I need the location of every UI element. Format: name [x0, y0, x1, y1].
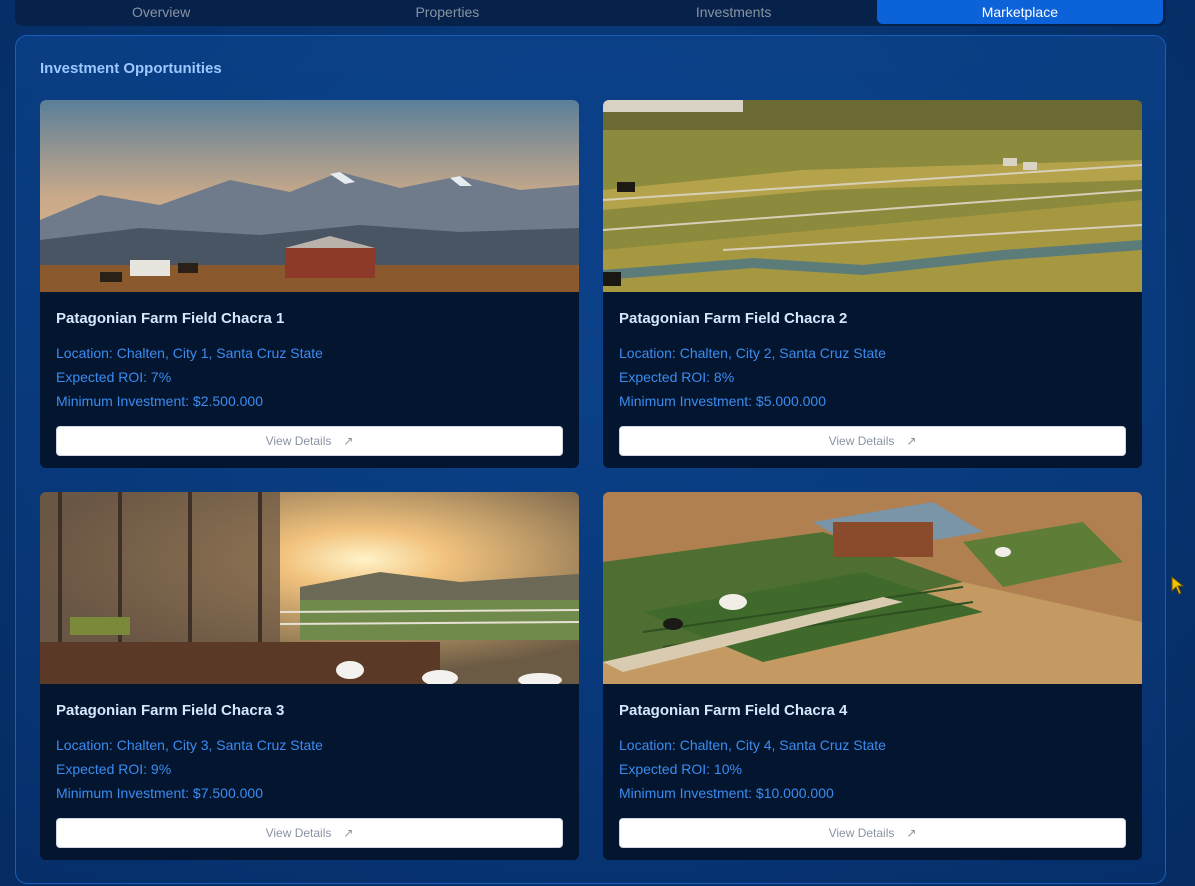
view-details-label: View Details: [265, 434, 332, 448]
investment-card: Patagonian Farm Field Chacra 1 Location:…: [40, 100, 579, 468]
farm-image: [40, 492, 579, 684]
card-title: Patagonian Farm Field Chacra 3: [56, 702, 285, 719]
marketplace-panel: Investment Opportunities Patagonian Farm…: [15, 35, 1166, 884]
investment-card: Patagonian Farm Field Chacra 4 Location:…: [603, 492, 1142, 860]
card-title: Patagonian Farm Field Chacra 4: [619, 702, 848, 719]
card-roi: Expected ROI: 8%: [619, 369, 735, 385]
view-details-label: View Details: [265, 826, 332, 840]
card-min-investment: Minimum Investment: $7.500.000: [56, 785, 263, 801]
card-title: Patagonian Farm Field Chacra 1: [56, 310, 285, 327]
investment-card: Patagonian Farm Field Chacra 3 Location:…: [40, 492, 579, 860]
card-min-investment: Minimum Investment: $10.000.000: [619, 785, 834, 801]
card-location: Location: Chalten, City 3, Santa Cruz St…: [56, 737, 323, 753]
tab-investments[interactable]: Investments: [591, 0, 877, 24]
farm-image: [40, 100, 579, 292]
tab-overview[interactable]: Overview: [18, 0, 304, 24]
view-details-button[interactable]: View Details ↗: [56, 818, 563, 848]
tab-properties[interactable]: Properties: [304, 0, 590, 24]
view-details-button[interactable]: View Details ↗: [619, 426, 1126, 456]
arrow-up-right-icon: ↗: [343, 826, 354, 840]
farm-image: [603, 492, 1142, 684]
view-details-button[interactable]: View Details ↗: [619, 818, 1126, 848]
card-roi: Expected ROI: 7%: [56, 369, 172, 385]
view-details-label: View Details: [828, 434, 895, 448]
arrow-up-right-icon: ↗: [906, 826, 917, 840]
card-min-investment: Minimum Investment: $5.000.000: [619, 393, 826, 409]
section-title: Investment Opportunities: [40, 60, 222, 77]
card-location: Location: Chalten, City 4, Santa Cruz St…: [619, 737, 886, 753]
card-location: Location: Chalten, City 1, Santa Cruz St…: [56, 345, 323, 361]
card-location: Location: Chalten, City 2, Santa Cruz St…: [619, 345, 886, 361]
arrow-up-right-icon: ↗: [343, 434, 354, 448]
view-details-label: View Details: [828, 826, 895, 840]
arrow-up-right-icon: ↗: [906, 434, 917, 448]
card-min-investment: Minimum Investment: $2.500.000: [56, 393, 263, 409]
cursor-pointer-icon: [1171, 575, 1184, 595]
tab-bar: Overview Properties Investments Marketpl…: [15, 0, 1166, 26]
investment-card: Patagonian Farm Field Chacra 2 Location:…: [603, 100, 1142, 468]
card-title: Patagonian Farm Field Chacra 2: [619, 310, 848, 327]
card-roi: Expected ROI: 10%: [619, 761, 742, 777]
view-details-button[interactable]: View Details ↗: [56, 426, 563, 456]
tab-marketplace[interactable]: Marketplace: [876, 0, 1163, 24]
farm-image: [603, 100, 1142, 292]
card-roi: Expected ROI: 9%: [56, 761, 172, 777]
